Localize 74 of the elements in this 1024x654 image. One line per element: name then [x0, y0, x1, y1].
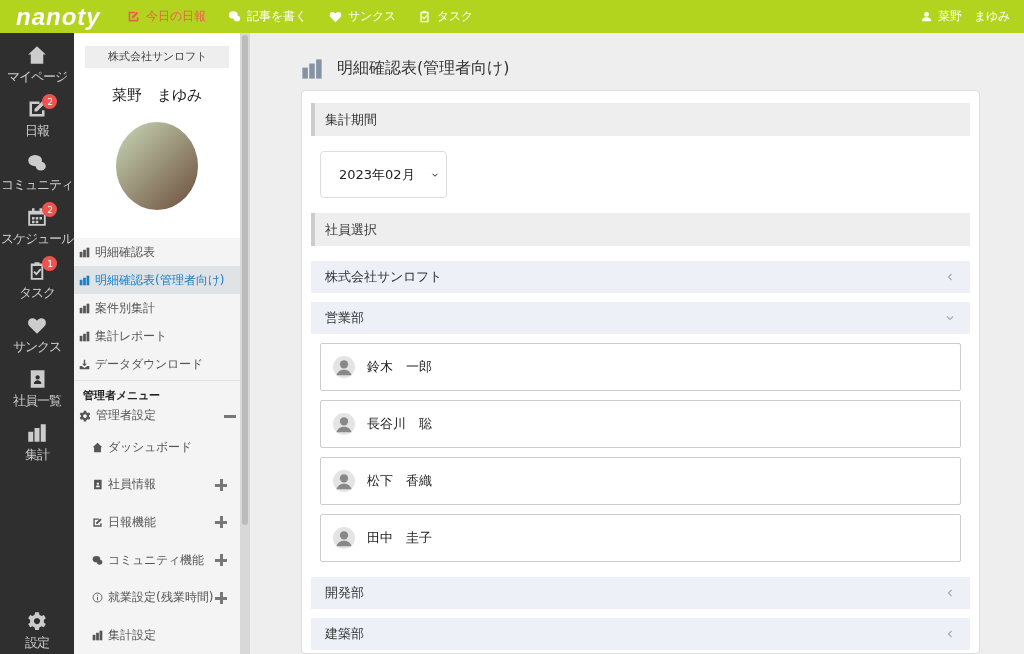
department-row[interactable]: 株式会社サンロフト [311, 261, 970, 293]
bar-chart-icon [79, 330, 90, 342]
home-icon [92, 441, 103, 453]
download-tray-icon [79, 358, 90, 370]
logo: nanoty [16, 2, 101, 31]
speech-bubbles-icon [92, 554, 103, 566]
user-icon [921, 11, 932, 22]
sidebar-item[interactable]: ダッシュボード [92, 438, 192, 456]
avatar-icon [333, 527, 355, 549]
avatar-icon [333, 413, 355, 435]
sidebar-item[interactable]: データダウンロード [74, 350, 240, 379]
calendar-icon [27, 207, 47, 227]
employee-row[interactable]: 鈴木 一郎 [320, 343, 961, 391]
rail-item[interactable]: 社員一覧 [0, 364, 74, 418]
heart-icon [27, 315, 47, 335]
employee-row[interactable]: 松下 香織 [320, 457, 961, 505]
heart-icon [328, 10, 342, 23]
section-heading: 管理者メニュー [82, 388, 161, 404]
bar-chart-icon [79, 274, 90, 286]
section-heading: 社員選択 [311, 213, 970, 246]
expand-icon[interactable] [215, 516, 227, 529]
bar-chart-icon [27, 423, 47, 443]
rail-item[interactable]: サンクス [0, 310, 74, 364]
sidebar-item[interactable]: 集計設定 [92, 626, 156, 644]
rail-item[interactable]: マイページ [0, 40, 74, 94]
home-icon [27, 45, 47, 65]
speech-bubbles-icon [227, 10, 241, 23]
department-row[interactable]: 開発部 [311, 577, 970, 609]
sidebar-item[interactable]: 就業設定(残業時間) [92, 589, 214, 607]
rail-item[interactable]: 集計 [0, 418, 74, 472]
bar-chart-icon [79, 246, 90, 258]
bar-chart-icon [79, 302, 90, 314]
pencil-note-icon [27, 99, 47, 119]
department-row[interactable]: 建築部 [311, 618, 970, 650]
rail-item[interactable]: コミュニティ [0, 148, 74, 202]
sidebar-item[interactable]: 案件別集計 [74, 294, 240, 323]
sidebar-item[interactable]: 日報機能 [92, 513, 156, 531]
sidebar-item[interactable]: 明細確認表 [74, 238, 240, 267]
rail-item[interactable]: タスク 1 [0, 256, 74, 310]
bar-chart-icon [301, 57, 323, 80]
sidebar-item[interactable]: 明細確認表(管理者向け) [74, 266, 240, 295]
speech-bubbles-icon [27, 153, 47, 173]
avatar-icon [333, 356, 355, 378]
employee-row[interactable]: 長谷川 聡 [320, 400, 961, 448]
employee-row[interactable]: 田中 圭子 [320, 514, 961, 562]
settings-icon [79, 409, 91, 422]
settings-icon [27, 611, 47, 631]
rail-item[interactable]: 設定 [0, 606, 74, 652]
badge: 2 [42, 202, 57, 217]
month-select[interactable]: 2023年02月 [320, 151, 447, 198]
clipboard-check-icon [417, 10, 431, 23]
expand-icon[interactable] [215, 554, 227, 566]
page-title: 明細確認表(管理者向け) [337, 58, 510, 79]
rail-item[interactable]: スケジュール 2 [0, 202, 74, 256]
department-row[interactable]: 営業部 [311, 302, 970, 334]
sidebar-item[interactable]: 管理者設定 [79, 407, 156, 425]
badge: 1 [42, 256, 57, 271]
section-heading: 集計期間 [311, 103, 970, 136]
info-icon [92, 592, 103, 604]
rail-item[interactable]: 日報 2 [0, 94, 74, 148]
contact-book-icon [92, 479, 103, 491]
pencil-note-icon [92, 516, 103, 528]
sidebar-item[interactable]: 社員情報 [92, 476, 156, 494]
scrollbar[interactable] [240, 33, 250, 654]
sidebar-item[interactable]: 集計レポート [74, 322, 240, 351]
expand-icon[interactable] [215, 591, 227, 604]
avatar-icon [333, 470, 355, 492]
sidebar-item[interactable]: コミュニティ機能 [92, 551, 204, 569]
bar-chart-icon [92, 629, 103, 641]
badge: 2 [42, 94, 57, 109]
user-name: 菜野 まゆみ [112, 86, 202, 105]
expand-icon[interactable] [215, 478, 227, 491]
company-label: 株式会社サンロフト [85, 46, 229, 68]
pencil-note-icon [126, 10, 140, 23]
